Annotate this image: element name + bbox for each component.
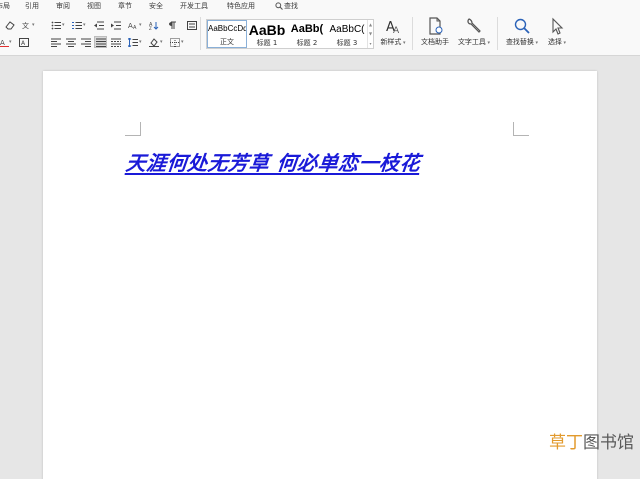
ribbon-separator	[412, 17, 413, 50]
style-normal[interactable]: AaBbCcDd 正文	[207, 20, 247, 48]
style-heading-2-preview: AaBb(	[290, 23, 324, 35]
tab-featured-apps[interactable]: 特色应用	[227, 1, 255, 11]
align-center-icon[interactable]	[65, 37, 76, 47]
tab-security[interactable]: 安全	[149, 1, 163, 11]
text-tools-button[interactable]: 文字工具 ▾	[455, 17, 493, 48]
bullet-list-icon[interactable]	[50, 20, 61, 30]
find-replace-label: 查找替换 ▾	[505, 38, 539, 46]
eraser-icon[interactable]	[4, 20, 15, 30]
doc-assistant-label: 文档助手	[421, 38, 449, 46]
style-heading-1-label: 标题 1	[256, 39, 278, 47]
font-color-dropdown-icon[interactable]: ▾	[9, 40, 12, 45]
ribbon-separator	[200, 17, 201, 50]
text-tools-label: 文字工具 ▾	[457, 38, 491, 46]
increase-indent-icon[interactable]	[110, 20, 121, 30]
watermark-part-a: 草丁	[549, 433, 583, 453]
new-style-button[interactable]: AA 新样式 ▾	[377, 17, 409, 48]
document-text[interactable]: 天涯何处无芳草 何必单恋一枝花	[124, 147, 453, 176]
svg-text:A: A	[21, 40, 26, 47]
pinyin-icon[interactable]: 文	[20, 20, 31, 30]
distributed-align-icon[interactable]	[110, 37, 121, 47]
justify-icon[interactable]	[94, 36, 107, 48]
search-icon	[275, 2, 283, 10]
svg-text:文: 文	[22, 21, 29, 30]
pinyin-dropdown-icon[interactable]: ▾	[32, 23, 35, 28]
style-normal-preview: AaBbCcDd	[208, 24, 246, 33]
line-spacing-dropdown-icon[interactable]: ▾	[139, 40, 142, 45]
svg-text:Z: Z	[149, 26, 152, 30]
char-border-icon[interactable]: A	[18, 37, 29, 47]
line-spacing-icon[interactable]	[127, 37, 138, 47]
style-heading-1-preview: AaBb	[248, 22, 286, 38]
style-heading-2-label: 标题 2	[296, 39, 318, 47]
gallery-scroll[interactable]: ▲ ▼ ▾	[367, 20, 373, 48]
gallery-down-icon[interactable]: ▼	[369, 31, 372, 36]
tab-view[interactable]: 视图	[87, 1, 101, 11]
doc-assistant-button[interactable]: 文档助手	[418, 17, 452, 47]
watermark: 草丁 图书馆	[549, 433, 634, 453]
shading-dropdown-icon[interactable]: ▾	[160, 40, 163, 45]
gallery-more-icon[interactable]: ▾	[369, 41, 371, 46]
svg-text:A: A	[0, 39, 5, 47]
borders-icon[interactable]	[169, 37, 180, 47]
style-heading-2[interactable]: AaBb( 标题 2	[287, 20, 327, 48]
tab-layout[interactable]: 布局	[0, 1, 10, 11]
new-style-icon: AA	[386, 20, 400, 35]
tab-developer-tools[interactable]: 开发工具	[180, 1, 208, 11]
tab-section[interactable]: 章节	[118, 1, 132, 11]
gallery-up-icon[interactable]: ▲	[369, 22, 372, 27]
margin-corner-mark	[513, 122, 529, 136]
menu-bar: 布局 引用 审阅 视图 章节 安全 开发工具 特色应用 查找	[0, 0, 640, 13]
select-label: 选择 ▾	[547, 38, 567, 46]
find-replace-button[interactable]: 查找替换 ▾	[503, 17, 541, 48]
align-right-icon[interactable]	[80, 37, 91, 47]
numbered-list-dropdown-icon[interactable]: ▾	[83, 23, 86, 28]
borders-dropdown-icon[interactable]: ▾	[181, 40, 184, 45]
svg-text:A: A	[393, 26, 400, 35]
watermark-part-b: 图书馆	[583, 433, 634, 453]
style-normal-label: 正文	[220, 38, 234, 46]
svg-text:A: A	[133, 25, 137, 30]
sort-icon[interactable]: AZ	[148, 20, 159, 30]
select-button[interactable]: 选择 ▾	[544, 17, 570, 48]
shading-icon[interactable]	[148, 37, 159, 47]
style-heading-3-label: 标题 3	[336, 39, 358, 47]
tab-review[interactable]: 审阅	[56, 1, 70, 11]
ribbon-separator	[497, 17, 498, 50]
style-heading-1[interactable]: AaBb 标题 1	[247, 20, 287, 48]
wrench-icon	[467, 18, 481, 33]
doc-assistant-icon	[429, 17, 443, 35]
bullet-list-dropdown-icon[interactable]: ▾	[62, 23, 65, 28]
chinese-layout-icon[interactable]: AA	[127, 20, 138, 30]
style-heading-3[interactable]: AaBbC( 标题 3	[327, 20, 367, 48]
style-heading-3-preview: AaBbC(	[329, 24, 365, 35]
magnifier-icon	[514, 18, 530, 34]
show-marks-icon[interactable]	[166, 20, 177, 30]
tab-references[interactable]: 引用	[25, 1, 39, 11]
numbered-list-icon[interactable]	[71, 20, 82, 30]
chinese-layout-dropdown-icon[interactable]: ▾	[139, 23, 142, 28]
font-color-icon[interactable]: A	[0, 37, 9, 47]
search-label: 查找	[284, 2, 298, 10]
decrease-indent-icon[interactable]	[93, 20, 104, 30]
table-of-contents-icon[interactable]	[186, 20, 197, 30]
margin-corner-mark	[125, 122, 141, 136]
cursor-arrow-icon	[552, 17, 564, 35]
menu-search[interactable]: 查找	[275, 1, 298, 11]
style-gallery: AaBbCcDd 正文 AaBb 标题 1 AaBb( 标题 2 AaBbC( …	[206, 19, 374, 49]
align-left-icon[interactable]	[50, 37, 61, 47]
new-style-label: 新样式 ▾	[380, 38, 406, 46]
document-page[interactable]: 天涯何处无芳草 何必单恋一枝花	[43, 71, 597, 479]
